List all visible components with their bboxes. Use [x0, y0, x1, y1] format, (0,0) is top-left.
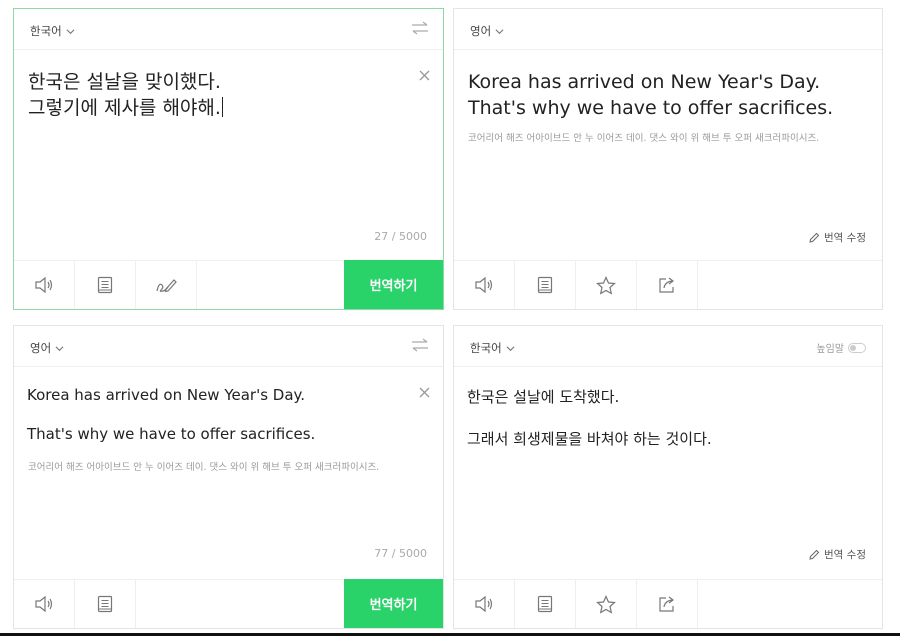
top-result-language-label: 영어 — [470, 24, 492, 38]
bottom-result-listen-button[interactable] — [454, 580, 515, 628]
top-source-header: 한국어 — [14, 9, 443, 50]
bottom-edit-translation-button[interactable]: 번역 수정 — [809, 547, 866, 562]
chevron-down-icon — [66, 28, 75, 34]
bottom-source-line-2: That's why we have to offer sacrifices. — [27, 425, 316, 443]
top-source-line-1: 한국은 설날을 맞이했다. — [28, 71, 221, 93]
bottom-edit-label: 번역 수정 — [824, 549, 866, 561]
bottom-result-share-button[interactable] — [637, 580, 698, 628]
top-source-panel: 한국어 한국은 설날을 맞이했다. 그렇기에 제사를 해야해. 27 / 5000… — [13, 8, 444, 310]
close-icon[interactable] — [419, 70, 430, 81]
bottom-source-language-select[interactable]: 영어 — [30, 340, 64, 356]
speaker-icon — [35, 276, 53, 294]
dictionary-icon — [537, 276, 553, 294]
bottom-result-toolbar — [454, 579, 882, 628]
top-result-toolbar — [454, 260, 882, 309]
bottom-source-panel: 영어 Korea has arrived on New Year's Day. … — [13, 325, 444, 629]
honorific-switch[interactable] — [848, 342, 866, 353]
pencil-icon — [809, 549, 820, 560]
dictionary-icon — [97, 595, 113, 613]
bottom-source-pronunciation: 코어리어 해즈 어아이브드 안 누 이어즈 데이. 댓스 와이 위 해브 투 오… — [28, 462, 380, 473]
bottom-result-language-select[interactable]: 한국어 — [470, 340, 515, 356]
top-source-text[interactable]: 한국은 설날을 맞이했다. 그렇기에 제사를 해야해. — [28, 69, 223, 121]
swap-icon[interactable] — [411, 21, 429, 35]
bottom-source-line-1: Korea has arrived on New Year's Day. — [27, 386, 306, 404]
top-char-count: 27 / 5000 — [374, 230, 427, 243]
top-result-language-select[interactable]: 영어 — [470, 23, 504, 39]
top-translate-button[interactable]: 번역하기 — [344, 260, 443, 309]
top-result-favorite-button[interactable] — [576, 261, 637, 309]
top-result-header: 영어 — [454, 9, 882, 50]
star-icon — [596, 594, 616, 614]
bottom-translate-button[interactable]: 번역하기 — [344, 579, 443, 628]
close-icon[interactable] — [419, 387, 430, 398]
share-icon — [659, 596, 674, 612]
bottom-source-dictionary-button[interactable] — [75, 580, 136, 628]
top-source-handwriting-button[interactable] — [136, 261, 197, 309]
speaker-icon — [475, 276, 493, 294]
top-edit-translation-button[interactable]: 번역 수정 — [809, 230, 866, 245]
bottom-result-favorite-button[interactable] — [576, 580, 637, 628]
top-source-toolbar: 번역하기 — [14, 260, 443, 309]
bottom-source-language-label: 영어 — [30, 341, 52, 355]
bottom-result-language-label: 한국어 — [470, 341, 502, 355]
bottom-result-line-1: 한국은 설날에 도착했다. — [467, 388, 620, 406]
top-result-dictionary-button[interactable] — [515, 261, 576, 309]
bottom-source-text[interactable]: Korea has arrived on New Year's Day. Tha… — [27, 386, 315, 464]
pencil-icon — [809, 232, 820, 243]
text-caret — [221, 97, 223, 117]
top-result-share-button[interactable] — [637, 261, 698, 309]
top-source-language-label: 한국어 — [30, 24, 62, 38]
handwriting-icon — [156, 279, 177, 293]
speaker-icon — [475, 595, 493, 613]
chevron-down-icon — [495, 28, 504, 34]
star-icon — [596, 275, 616, 295]
swap-icon[interactable] — [411, 338, 429, 352]
honorific-label: 높임말 — [816, 344, 844, 355]
top-result-text: Korea has arrived on New Year's Day. That… — [468, 69, 833, 121]
top-result-line-2: That's why we have to offer sacrifices. — [468, 97, 834, 119]
bottom-result-header: 한국어 높임말 — [454, 326, 882, 367]
top-result-listen-button[interactable] — [454, 261, 515, 309]
bottom-result-line-2: 그래서 희생제물을 바쳐야 하는 것이다. — [467, 430, 712, 448]
speaker-icon — [35, 595, 53, 613]
bottom-result-dictionary-button[interactable] — [515, 580, 576, 628]
bottom-result-text: 한국은 설날에 도착했다. 그래서 희생제물을 바쳐야 하는 것이다. — [467, 386, 712, 470]
chevron-down-icon — [506, 345, 515, 351]
top-source-dictionary-button[interactable] — [75, 261, 136, 309]
honorific-toggle[interactable]: 높임말 — [816, 340, 866, 355]
dictionary-icon — [537, 595, 553, 613]
top-source-language-select[interactable]: 한국어 — [30, 23, 75, 39]
dictionary-icon — [97, 276, 113, 294]
top-source-listen-button[interactable] — [14, 261, 75, 309]
bottom-source-listen-button[interactable] — [14, 580, 75, 628]
bottom-source-header: 영어 — [14, 326, 443, 367]
chevron-down-icon — [55, 345, 64, 351]
bottom-source-toolbar: 번역하기 — [14, 579, 443, 628]
bottom-result-panel: 한국어 높임말 한국은 설날에 도착했다. 그래서 희생제물을 바쳐야 하는 것… — [453, 325, 883, 629]
top-result-panel: 영어 Korea has arrived on New Year's Day. T… — [453, 8, 883, 310]
share-icon — [659, 277, 674, 293]
top-edit-label: 번역 수정 — [824, 232, 866, 244]
bottom-char-count: 77 / 5000 — [374, 547, 427, 560]
top-result-pronunciation: 코어리어 해즈 어아이브드 안 누 이어즈 데이. 댓스 와이 위 해브 투 오… — [468, 133, 820, 144]
top-source-line-2: 그렇기에 제사를 해야해. — [28, 97, 221, 119]
top-result-line-1: Korea has arrived on New Year's Day. — [468, 71, 821, 93]
